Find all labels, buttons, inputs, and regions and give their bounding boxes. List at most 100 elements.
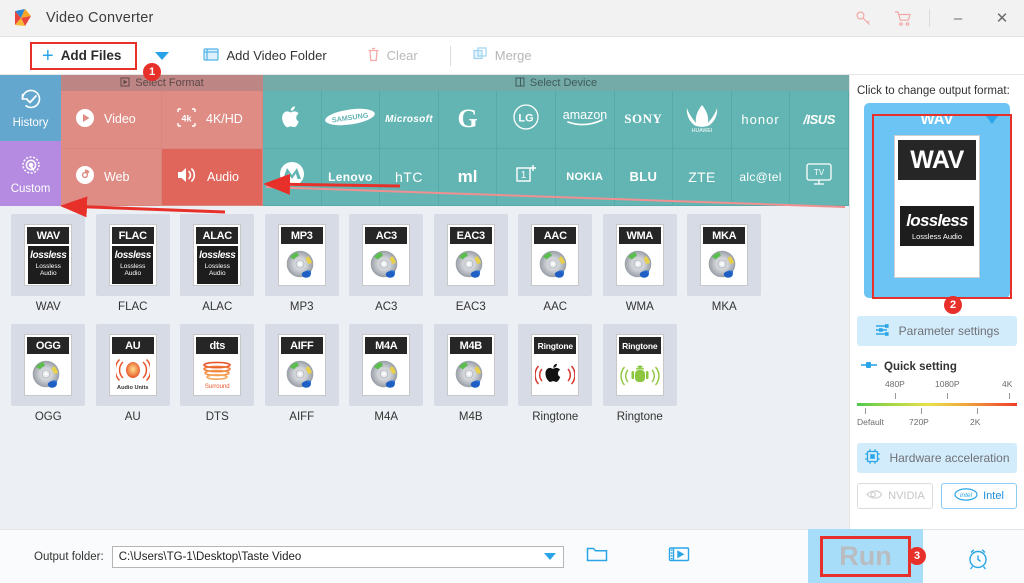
format-tile-wav-0[interactable]: WAV lossless Lossless Audio WAV bbox=[6, 214, 91, 324]
device-lg[interactable]: LG bbox=[497, 91, 556, 149]
format-tile-thumb[interactable]: OGG bbox=[11, 324, 86, 406]
format-tile-thumb[interactable]: dts Surround bbox=[180, 324, 255, 406]
format-tile-alac-2[interactable]: ALAC lossless Lossless Audio ALAC bbox=[175, 214, 260, 324]
sidebar-item-history[interactable]: History bbox=[0, 75, 61, 141]
format-category-audio[interactable]: Audio bbox=[162, 148, 263, 206]
cart-icon[interactable] bbox=[883, 0, 923, 37]
format-tile-thumb[interactable]: ALAC lossless Lossless Audio bbox=[180, 214, 255, 296]
run-button[interactable]: Run bbox=[808, 529, 923, 583]
clear-button[interactable]: Clear bbox=[359, 43, 426, 69]
format-tile-aac-6[interactable]: AAC AAC bbox=[513, 214, 598, 324]
format-tile-thumb[interactable]: M4B bbox=[433, 324, 508, 406]
device-row-2: Lenovo hTC ml 1 NOKIA BLU ZTE alc@tel TV bbox=[263, 148, 849, 206]
device-htc[interactable]: hTC bbox=[380, 148, 439, 206]
close-button[interactable]: ✕ bbox=[980, 0, 1024, 37]
format-icon bbox=[120, 77, 130, 90]
trash-icon bbox=[367, 47, 380, 65]
format-tile-thumb[interactable]: MKA bbox=[687, 214, 762, 296]
step-badge-2: 2 bbox=[944, 296, 962, 314]
device-motorola[interactable] bbox=[263, 148, 322, 206]
device-zte[interactable]: ZTE bbox=[673, 148, 732, 206]
device-microsoft[interactable]: Microsoft bbox=[380, 91, 439, 149]
format-tile-label: Ringtone bbox=[616, 411, 663, 423]
format-category-4khd[interactable]: 4k 4K/HD bbox=[162, 91, 263, 149]
format-tile-thumb[interactable]: AIFF bbox=[264, 324, 339, 406]
tick bbox=[865, 408, 866, 414]
samsung-logo-icon: SAMSUNG bbox=[324, 106, 376, 133]
device-apple[interactable] bbox=[263, 91, 322, 149]
format-tile-ringtone-16[interactable]: Ringtone Ringtone bbox=[598, 324, 683, 434]
output-format-redbox bbox=[872, 114, 1012, 299]
add-files-button[interactable]: + Add Files bbox=[30, 41, 138, 70]
format-tile-flac-1[interactable]: FLAC lossless Lossless Audio FLAC bbox=[91, 214, 176, 324]
key-icon[interactable] bbox=[843, 0, 883, 37]
asus-logo-icon: /ISUS bbox=[803, 111, 835, 127]
format-tile-label: WAV bbox=[35, 301, 61, 313]
device-nokia[interactable]: NOKIA bbox=[555, 148, 615, 206]
dts-art: Surround bbox=[200, 359, 234, 390]
minimize-button[interactable]: – bbox=[936, 0, 980, 37]
format-tile-ringtone-15[interactable]: Ringtone Ringtone bbox=[513, 324, 598, 434]
quality-gradient-bar[interactable] bbox=[857, 403, 1017, 406]
device-huawei[interactable]: HUAWEI bbox=[673, 91, 732, 149]
intel-toggle[interactable]: intel Intel bbox=[941, 483, 1017, 509]
device-xiaomi[interactable]: ml bbox=[438, 148, 498, 206]
device-amazon[interactable]: amazon bbox=[555, 91, 615, 149]
format-tile-aiff-12[interactable]: AIFF AIFF bbox=[260, 324, 345, 434]
lossless-word: lossless bbox=[199, 250, 236, 262]
format-tile-thumb[interactable]: AU Audio Units bbox=[95, 324, 170, 406]
add-video-folder-button[interactable]: Add Video Folder bbox=[195, 43, 334, 69]
device-blu[interactable]: BLU bbox=[614, 148, 674, 206]
device-alcatel[interactable]: alc@tel bbox=[731, 148, 791, 206]
format-tile-mp3-3[interactable]: MP3 MP3 bbox=[260, 214, 345, 324]
device-asus[interactable]: /ISUS bbox=[790, 91, 849, 149]
format-tile-thumb[interactable]: AAC bbox=[518, 214, 593, 296]
chevron-down-icon[interactable] bbox=[543, 553, 556, 560]
format-tile-eac3-5[interactable]: EAC3 EAC3 bbox=[429, 214, 514, 324]
alarm-clock-icon[interactable] bbox=[965, 545, 991, 576]
format-category-web[interactable]: Web bbox=[61, 148, 162, 206]
format-tile-wma-7[interactable]: WMA WMA bbox=[598, 214, 683, 324]
format-tile-ac3-4[interactable]: AC3 AC3 bbox=[344, 214, 429, 324]
format-tile-thumb[interactable]: WAV lossless Lossless Audio bbox=[11, 214, 86, 296]
format-category-video[interactable]: Video bbox=[61, 91, 162, 149]
parameter-settings-button[interactable]: Parameter settings bbox=[857, 316, 1017, 346]
nvidia-toggle[interactable]: NVIDIA bbox=[857, 483, 933, 509]
device-samsung[interactable]: SAMSUNG bbox=[321, 91, 381, 149]
tick bbox=[921, 408, 922, 414]
format-tile-dts-11[interactable]: dts Surround DTS bbox=[175, 324, 260, 434]
format-tile-au-10[interactable]: AU Audio Units AU bbox=[91, 324, 176, 434]
format-tile-ogg-9[interactable]: OGG OGG bbox=[6, 324, 91, 434]
format-tile-thumb[interactable]: FLAC lossless Lossless Audio bbox=[95, 214, 170, 296]
device-tv[interactable]: TV bbox=[790, 148, 849, 206]
output-folder-input[interactable]: C:\Users\TG-1\Desktop\Taste Video bbox=[111, 545, 564, 568]
format-icon-art: AAC bbox=[531, 224, 580, 286]
format-tile-thumb[interactable]: Ringtone bbox=[518, 324, 593, 406]
hardware-acceleration-button[interactable]: Hardware acceleration bbox=[857, 443, 1017, 473]
device-honor[interactable]: honor bbox=[731, 91, 791, 149]
output-folder-value: C:\Users\TG-1\Desktop\Taste Video bbox=[118, 550, 302, 563]
lossless-word: lossless bbox=[114, 250, 152, 262]
svg-text:TV: TV bbox=[814, 168, 825, 177]
format-tile-thumb[interactable]: MP3 bbox=[264, 214, 339, 296]
merge-button[interactable]: Merge bbox=[465, 43, 540, 69]
format-tile-mka-8[interactable]: MKA MKA bbox=[682, 214, 767, 324]
sidebar-item-custom[interactable]: Custom bbox=[0, 140, 61, 206]
format-tile-thumb[interactable]: M4A bbox=[349, 324, 424, 406]
device-sony[interactable]: SONY bbox=[614, 91, 674, 149]
format-icon-caption: WMA bbox=[618, 227, 661, 244]
format-tile-m4b-14[interactable]: M4B M4B bbox=[429, 324, 514, 434]
format-tile-label: ALAC bbox=[202, 301, 233, 313]
format-tile-thumb[interactable]: Ringtone bbox=[602, 324, 677, 406]
format-tile-thumb[interactable]: AC3 bbox=[349, 214, 424, 296]
device-google[interactable]: G bbox=[438, 91, 498, 149]
add-files-dropdown-icon[interactable] bbox=[155, 51, 170, 60]
device-lenovo[interactable]: Lenovo bbox=[321, 148, 381, 206]
film-icon[interactable] bbox=[668, 545, 690, 568]
device-oneplus[interactable]: 1 bbox=[497, 148, 556, 206]
folder-open-icon[interactable] bbox=[586, 545, 608, 568]
quality-slider[interactable]: 480P 1080P 4K Default 720P 2K bbox=[857, 379, 1017, 431]
format-tile-thumb[interactable]: WMA bbox=[602, 214, 677, 296]
format-tile-m4a-13[interactable]: M4A M4A bbox=[344, 324, 429, 434]
format-tile-thumb[interactable]: EAC3 bbox=[433, 214, 508, 296]
